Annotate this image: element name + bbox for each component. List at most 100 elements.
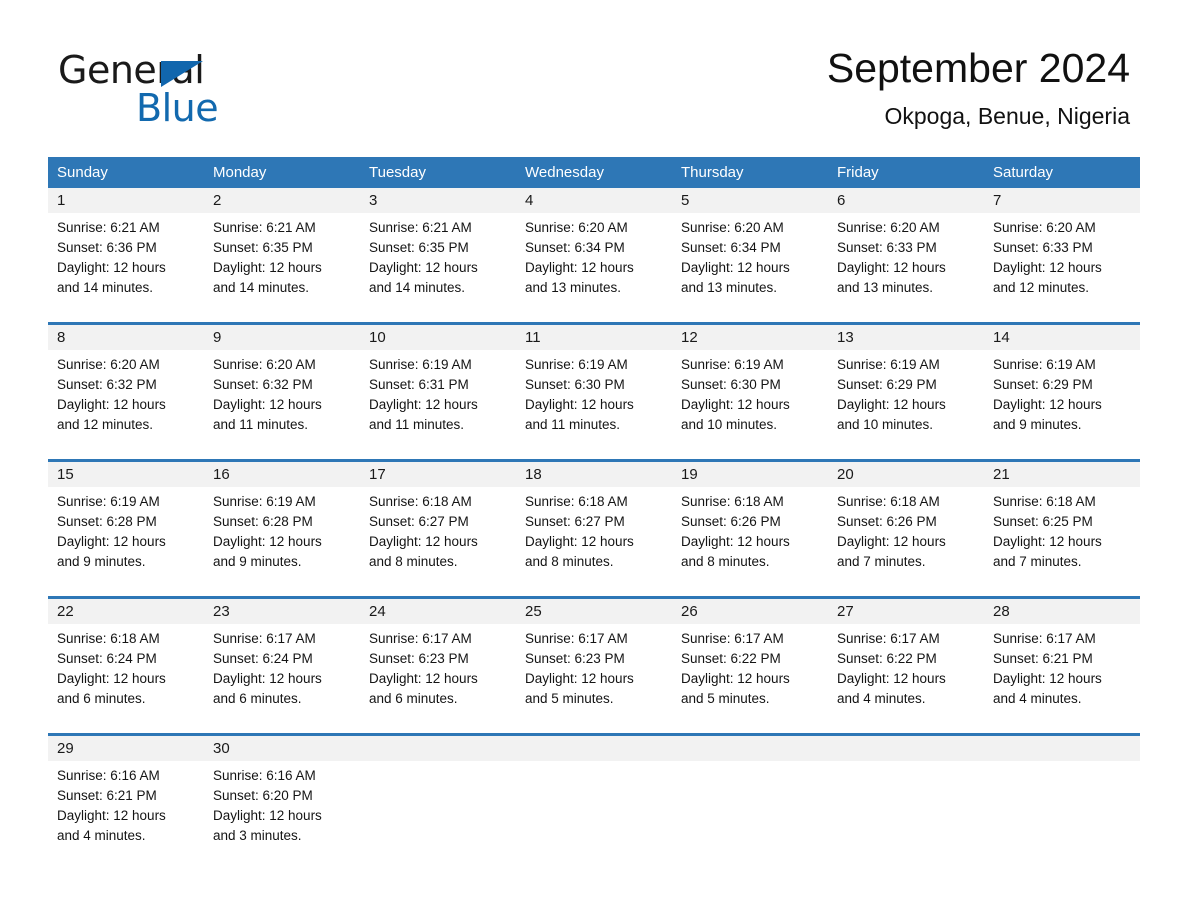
daylight-text-line2: and 10 minutes.	[681, 417, 778, 432]
daylight-text-line1: Daylight: 12 hours	[993, 260, 1102, 275]
day-cell[interactable]: 18 Sunrise: 6:18 AM Sunset: 6:27 PM Dayl…	[516, 462, 672, 584]
daylight-text-line2: and 7 minutes.	[993, 554, 1082, 569]
daylight-text-line2: and 14 minutes.	[57, 280, 154, 295]
sunset-text: Sunset: 6:32 PM	[213, 377, 313, 392]
day-cell[interactable]: 6 Sunrise: 6:20 AM Sunset: 6:33 PM Dayli…	[828, 188, 984, 310]
day-cell[interactable]: 20 Sunrise: 6:18 AM Sunset: 6:26 PM Dayl…	[828, 462, 984, 584]
day-details: Sunrise: 6:19 AM Sunset: 6:30 PM Dayligh…	[516, 350, 672, 435]
day-number: 18	[516, 462, 672, 487]
day-cell[interactable]: 17 Sunrise: 6:18 AM Sunset: 6:27 PM Dayl…	[360, 462, 516, 584]
day-cell[interactable]: 30 Sunrise: 6:16 AM Sunset: 6:20 PM Dayl…	[204, 736, 360, 858]
day-details: Sunrise: 6:18 AM Sunset: 6:27 PM Dayligh…	[360, 487, 516, 572]
sunrise-text: Sunrise: 6:18 AM	[837, 494, 940, 509]
day-cell[interactable]: 27 Sunrise: 6:17 AM Sunset: 6:22 PM Dayl…	[828, 599, 984, 721]
day-details: Sunrise: 6:19 AM Sunset: 6:30 PM Dayligh…	[672, 350, 828, 435]
sunset-text: Sunset: 6:22 PM	[837, 651, 937, 666]
day-cell[interactable]: 26 Sunrise: 6:17 AM Sunset: 6:22 PM Dayl…	[672, 599, 828, 721]
day-cell[interactable]: 8 Sunrise: 6:20 AM Sunset: 6:32 PM Dayli…	[48, 325, 204, 447]
daylight-text-line1: Daylight: 12 hours	[837, 397, 946, 412]
day-cell[interactable]: 4 Sunrise: 6:20 AM Sunset: 6:34 PM Dayli…	[516, 188, 672, 310]
daylight-text-line2: and 4 minutes.	[57, 828, 146, 843]
daylight-text-line1: Daylight: 12 hours	[213, 260, 322, 275]
sunrise-text: Sunrise: 6:20 AM	[993, 220, 1096, 235]
daylight-text-line2: and 6 minutes.	[213, 691, 302, 706]
day-number: 14	[984, 325, 1140, 350]
daylight-text-line1: Daylight: 12 hours	[837, 534, 946, 549]
sunrise-text: Sunrise: 6:18 AM	[369, 494, 472, 509]
daylight-text-line2: and 11 minutes.	[369, 417, 465, 432]
day-number: 20	[828, 462, 984, 487]
daylight-text-line2: and 14 minutes.	[213, 280, 310, 295]
day-cell[interactable]: 15 Sunrise: 6:19 AM Sunset: 6:28 PM Dayl…	[48, 462, 204, 584]
day-cell[interactable]: 24 Sunrise: 6:17 AM Sunset: 6:23 PM Dayl…	[360, 599, 516, 721]
day-details: Sunrise: 6:20 AM Sunset: 6:33 PM Dayligh…	[984, 213, 1140, 298]
daylight-text-line1: Daylight: 12 hours	[57, 397, 166, 412]
day-cell[interactable]: 25 Sunrise: 6:17 AM Sunset: 6:23 PM Dayl…	[516, 599, 672, 721]
daylight-text-line2: and 7 minutes.	[837, 554, 926, 569]
sunset-text: Sunset: 6:33 PM	[993, 240, 1093, 255]
day-number: 24	[360, 599, 516, 624]
daylight-text-line2: and 8 minutes.	[681, 554, 770, 569]
daylight-text-line2: and 12 minutes.	[57, 417, 154, 432]
day-number: 23	[204, 599, 360, 624]
day-cell[interactable]: 12 Sunrise: 6:19 AM Sunset: 6:30 PM Dayl…	[672, 325, 828, 447]
day-number: 5	[672, 188, 828, 213]
daylight-text-line1: Daylight: 12 hours	[369, 671, 478, 686]
day-cell[interactable]: 2 Sunrise: 6:21 AM Sunset: 6:35 PM Dayli…	[204, 188, 360, 310]
week-row: 1 Sunrise: 6:21 AM Sunset: 6:36 PM Dayli…	[48, 188, 1140, 310]
day-cell[interactable]: 1 Sunrise: 6:21 AM Sunset: 6:36 PM Dayli…	[48, 188, 204, 310]
day-cell[interactable]: 9 Sunrise: 6:20 AM Sunset: 6:32 PM Dayli…	[204, 325, 360, 447]
day-details: Sunrise: 6:16 AM Sunset: 6:21 PM Dayligh…	[48, 761, 204, 846]
day-cell[interactable]: 7 Sunrise: 6:20 AM Sunset: 6:33 PM Dayli…	[984, 188, 1140, 310]
day-details: Sunrise: 6:21 AM Sunset: 6:35 PM Dayligh…	[360, 213, 516, 298]
daylight-text-line2: and 10 minutes.	[837, 417, 934, 432]
sunrise-text: Sunrise: 6:17 AM	[213, 631, 316, 646]
daylight-text-line2: and 13 minutes.	[837, 280, 934, 295]
day-cell[interactable]: 10 Sunrise: 6:19 AM Sunset: 6:31 PM Dayl…	[360, 325, 516, 447]
day-cell-empty	[984, 736, 1140, 858]
day-cell-empty	[516, 736, 672, 858]
sunset-text: Sunset: 6:24 PM	[213, 651, 313, 666]
sunset-text: Sunset: 6:35 PM	[369, 240, 469, 255]
daylight-text-line1: Daylight: 12 hours	[837, 260, 946, 275]
day-cell[interactable]: 22 Sunrise: 6:18 AM Sunset: 6:24 PM Dayl…	[48, 599, 204, 721]
day-cell[interactable]: 16 Sunrise: 6:19 AM Sunset: 6:28 PM Dayl…	[204, 462, 360, 584]
day-cell[interactable]: 3 Sunrise: 6:21 AM Sunset: 6:35 PM Dayli…	[360, 188, 516, 310]
sunset-text: Sunset: 6:23 PM	[525, 651, 625, 666]
day-cell[interactable]: 11 Sunrise: 6:19 AM Sunset: 6:30 PM Dayl…	[516, 325, 672, 447]
day-cell[interactable]: 13 Sunrise: 6:19 AM Sunset: 6:29 PM Dayl…	[828, 325, 984, 447]
day-cell[interactable]: 28 Sunrise: 6:17 AM Sunset: 6:21 PM Dayl…	[984, 599, 1140, 721]
sunset-text: Sunset: 6:23 PM	[369, 651, 469, 666]
day-number	[672, 736, 828, 761]
daylight-text-line2: and 11 minutes.	[213, 417, 309, 432]
day-cell[interactable]: 5 Sunrise: 6:20 AM Sunset: 6:34 PM Dayli…	[672, 188, 828, 310]
day-number: 16	[204, 462, 360, 487]
sunrise-text: Sunrise: 6:18 AM	[993, 494, 1096, 509]
day-number: 28	[984, 599, 1140, 624]
day-details: Sunrise: 6:19 AM Sunset: 6:28 PM Dayligh…	[48, 487, 204, 572]
daylight-text-line1: Daylight: 12 hours	[525, 260, 634, 275]
day-cell[interactable]: 23 Sunrise: 6:17 AM Sunset: 6:24 PM Dayl…	[204, 599, 360, 721]
day-cell[interactable]: 19 Sunrise: 6:18 AM Sunset: 6:26 PM Dayl…	[672, 462, 828, 584]
sunset-text: Sunset: 6:21 PM	[57, 788, 157, 803]
weekday-header-wednesday: Wednesday	[525, 164, 604, 181]
daylight-text-line2: and 8 minutes.	[369, 554, 458, 569]
weekday-header-friday: Friday	[837, 164, 879, 181]
sunrise-text: Sunrise: 6:16 AM	[213, 768, 316, 783]
day-number: 30	[204, 736, 360, 761]
day-number: 26	[672, 599, 828, 624]
day-details: Sunrise: 6:18 AM Sunset: 6:25 PM Dayligh…	[984, 487, 1140, 572]
day-number: 22	[48, 599, 204, 624]
generalblue-logo[interactable]: General Blue	[58, 48, 318, 130]
day-cell[interactable]: 21 Sunrise: 6:18 AM Sunset: 6:25 PM Dayl…	[984, 462, 1140, 584]
day-number: 17	[360, 462, 516, 487]
daylight-text-line2: and 12 minutes.	[993, 280, 1090, 295]
day-number: 10	[360, 325, 516, 350]
daylight-text-line1: Daylight: 12 hours	[213, 534, 322, 549]
day-details: Sunrise: 6:19 AM Sunset: 6:28 PM Dayligh…	[204, 487, 360, 572]
day-cell[interactable]: 29 Sunrise: 6:16 AM Sunset: 6:21 PM Dayl…	[48, 736, 204, 858]
sunset-text: Sunset: 6:32 PM	[57, 377, 157, 392]
page-title: September 2024	[826, 45, 1130, 91]
day-cell[interactable]: 14 Sunrise: 6:19 AM Sunset: 6:29 PM Dayl…	[984, 325, 1140, 447]
daylight-text-line1: Daylight: 12 hours	[369, 260, 478, 275]
